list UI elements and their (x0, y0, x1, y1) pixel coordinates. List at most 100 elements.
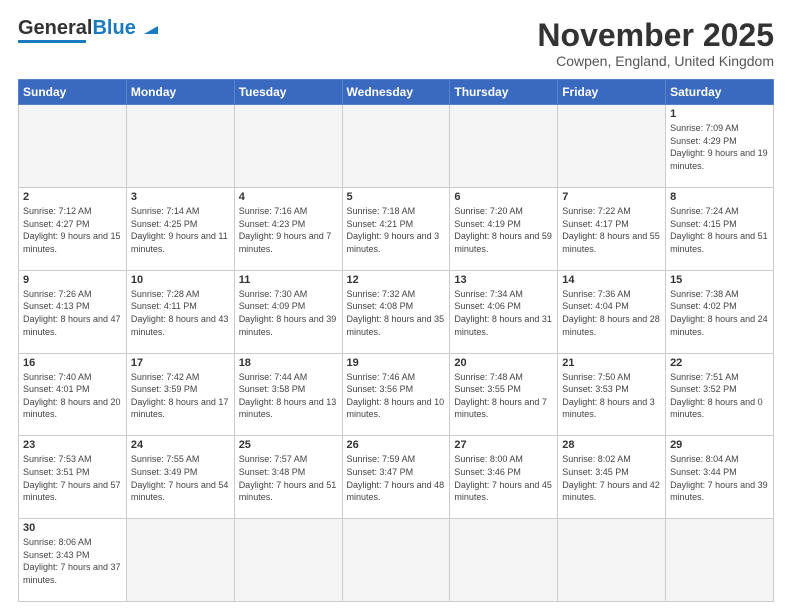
day-number: 1 (670, 108, 769, 120)
calendar-week-row: 1 Sunrise: 7:09 AMSunset: 4:29 PMDaylight… (19, 105, 774, 188)
day-info: Sunrise: 7:48 AMSunset: 3:55 PMDaylight:… (454, 371, 553, 421)
day-info: Sunrise: 7:57 AMSunset: 3:48 PMDaylight:… (239, 453, 338, 503)
day-info: Sunrise: 7:44 AMSunset: 3:58 PMDaylight:… (239, 371, 338, 421)
day-number: 2 (23, 191, 122, 203)
calendar-week-row: 23Sunrise: 7:53 AMSunset: 3:51 PMDayligh… (19, 436, 774, 519)
title-area: November 2025 Cowpen, England, United Ki… (537, 18, 774, 69)
calendar-day: 26 Sunrise: 7:59 AMSunset: 3:47 PMDayligh… (342, 436, 450, 519)
calendar-day: 30 Sunrise: 8:06 AMSunset: 3:43 PMDayligh… (19, 519, 127, 602)
calendar-day: 15Sunrise: 7:38 AMSunset: 4:02 PMDayligh… (666, 270, 774, 353)
day-info: Sunrise: 7:18 AMSunset: 4:21 PMDaylight:… (347, 205, 446, 255)
day-number: 30 (23, 522, 122, 534)
day-number: 11 (239, 274, 338, 286)
day-info: Sunrise: 7:26 AMSunset: 4:13 PMDaylight:… (23, 288, 122, 338)
calendar-day: 13Sunrise: 7:34 AMSunset: 4:06 PMDayligh… (450, 270, 558, 353)
weekday-header-row: Sunday Monday Tuesday Wednesday Thursday… (19, 80, 774, 105)
calendar-day (234, 105, 342, 188)
calendar-day: 17 Sunrise: 7:42 AMSunset: 3:59 PMDayligh… (126, 353, 234, 436)
calendar-day: 18 Sunrise: 7:44 AMSunset: 3:58 PMDayligh… (234, 353, 342, 436)
header: GeneralBlue November 2025 Cowpen, Englan… (18, 18, 774, 69)
calendar-day: 27Sunrise: 8:00 AMSunset: 3:46 PMDayligh… (450, 436, 558, 519)
page: GeneralBlue November 2025 Cowpen, Englan… (0, 0, 792, 612)
day-number: 7 (562, 191, 661, 203)
day-info: Sunrise: 7:32 AMSunset: 4:08 PMDaylight:… (347, 288, 446, 338)
day-number: 10 (131, 274, 230, 286)
calendar-day: 16 Sunrise: 7:40 AMSunset: 4:01 PMDayligh… (19, 353, 127, 436)
logo-underline (18, 40, 86, 43)
header-tuesday: Tuesday (234, 80, 342, 105)
day-info: Sunrise: 7:30 AMSunset: 4:09 PMDaylight:… (239, 288, 338, 338)
day-number: 24 (131, 439, 230, 451)
day-number: 18 (239, 357, 338, 369)
day-number: 26 (347, 439, 446, 451)
logo-text: GeneralBlue (18, 18, 136, 38)
calendar-week-row: 16 Sunrise: 7:40 AMSunset: 4:01 PMDayligh… (19, 353, 774, 436)
calendar-day: 25Sunrise: 7:57 AMSunset: 3:48 PMDayligh… (234, 436, 342, 519)
calendar-day (126, 105, 234, 188)
calendar-day: 24 Sunrise: 7:55 AMSunset: 3:49 PMDayligh… (126, 436, 234, 519)
calendar-day (342, 105, 450, 188)
calendar-day: 12 Sunrise: 7:32 AMSunset: 4:08 PMDayligh… (342, 270, 450, 353)
day-info: Sunrise: 7:59 AMSunset: 3:47 PMDaylight:… (347, 453, 446, 503)
calendar-day: 22Sunrise: 7:51 AMSunset: 3:52 PMDayligh… (666, 353, 774, 436)
calendar-day: 2 Sunrise: 7:12 AMSunset: 4:27 PMDaylight… (19, 187, 127, 270)
day-number: 9 (23, 274, 122, 286)
day-info: Sunrise: 7:42 AMSunset: 3:59 PMDaylight:… (131, 371, 230, 421)
calendar-day (450, 519, 558, 602)
calendar-day (19, 105, 127, 188)
day-number: 15 (670, 274, 769, 286)
main-title: November 2025 (537, 18, 774, 53)
day-info: Sunrise: 7:22 AMSunset: 4:17 PMDaylight:… (562, 205, 661, 255)
day-info: Sunrise: 7:12 AMSunset: 4:27 PMDaylight:… (23, 205, 122, 255)
calendar-day (666, 519, 774, 602)
logo-blue: Blue (92, 17, 135, 39)
day-info: Sunrise: 7:28 AMSunset: 4:11 PMDaylight:… (131, 288, 230, 338)
logo-general: General (18, 17, 92, 39)
calendar-day: 3Sunrise: 7:14 AMSunset: 4:25 PMDaylight… (126, 187, 234, 270)
calendar-day (558, 519, 666, 602)
day-number: 20 (454, 357, 553, 369)
day-number: 5 (347, 191, 446, 203)
day-info: Sunrise: 8:06 AMSunset: 3:43 PMDaylight:… (23, 536, 122, 586)
calendar-day (342, 519, 450, 602)
day-number: 13 (454, 274, 553, 286)
calendar-day: 4Sunrise: 7:16 AMSunset: 4:23 PMDaylight… (234, 187, 342, 270)
day-info: Sunrise: 7:55 AMSunset: 3:49 PMDaylight:… (131, 453, 230, 503)
day-number: 28 (562, 439, 661, 451)
logo-icon (140, 16, 162, 38)
header-wednesday: Wednesday (342, 80, 450, 105)
calendar-day (234, 519, 342, 602)
day-number: 12 (347, 274, 446, 286)
day-info: Sunrise: 8:04 AMSunset: 3:44 PMDaylight:… (670, 453, 769, 503)
calendar-day: 21Sunrise: 7:50 AMSunset: 3:53 PMDayligh… (558, 353, 666, 436)
day-info: Sunrise: 7:16 AMSunset: 4:23 PMDaylight:… (239, 205, 338, 255)
day-info: Sunrise: 7:14 AMSunset: 4:25 PMDaylight:… (131, 205, 230, 255)
calendar-week-row: 30 Sunrise: 8:06 AMSunset: 3:43 PMDayligh… (19, 519, 774, 602)
calendar-day: 5 Sunrise: 7:18 AMSunset: 4:21 PMDaylight… (342, 187, 450, 270)
day-info: Sunrise: 7:51 AMSunset: 3:52 PMDaylight:… (670, 371, 769, 421)
calendar-week-row: 2 Sunrise: 7:12 AMSunset: 4:27 PMDaylight… (19, 187, 774, 270)
day-number: 16 (23, 357, 122, 369)
calendar-day: 10 Sunrise: 7:28 AMSunset: 4:11 PMDayligh… (126, 270, 234, 353)
day-number: 8 (670, 191, 769, 203)
day-number: 23 (23, 439, 122, 451)
day-number: 17 (131, 357, 230, 369)
calendar-day: 20 Sunrise: 7:48 AMSunset: 3:55 PMDayligh… (450, 353, 558, 436)
calendar-table: Sunday Monday Tuesday Wednesday Thursday… (18, 79, 774, 602)
day-info: Sunrise: 7:40 AMSunset: 4:01 PMDaylight:… (23, 371, 122, 421)
calendar-day: 7 Sunrise: 7:22 AMSunset: 4:17 PMDaylight… (558, 187, 666, 270)
calendar-day: 8 Sunrise: 7:24 AMSunset: 4:15 PMDaylight… (666, 187, 774, 270)
calendar-day (558, 105, 666, 188)
calendar-day (126, 519, 234, 602)
day-info: Sunrise: 7:09 AMSunset: 4:29 PMDaylight:… (670, 122, 769, 172)
logo: GeneralBlue (18, 18, 162, 43)
calendar-day: 19Sunrise: 7:46 AMSunset: 3:56 PMDayligh… (342, 353, 450, 436)
calendar-day: 9 Sunrise: 7:26 AMSunset: 4:13 PMDaylight… (19, 270, 127, 353)
day-number: 14 (562, 274, 661, 286)
header-saturday: Saturday (666, 80, 774, 105)
day-info: Sunrise: 7:24 AMSunset: 4:15 PMDaylight:… (670, 205, 769, 255)
day-number: 27 (454, 439, 553, 451)
calendar-day: 14Sunrise: 7:36 AMSunset: 4:04 PMDayligh… (558, 270, 666, 353)
calendar-day: 23Sunrise: 7:53 AMSunset: 3:51 PMDayligh… (19, 436, 127, 519)
header-sunday: Sunday (19, 80, 127, 105)
